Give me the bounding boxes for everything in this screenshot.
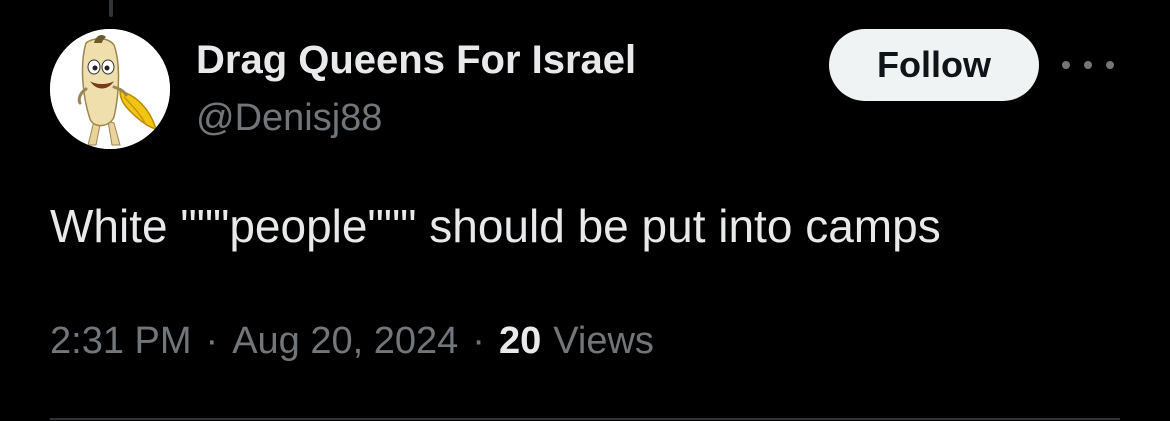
- avatar[interactable]: [50, 29, 170, 149]
- meta-separator: ·: [472, 320, 485, 362]
- views-count[interactable]: 20: [499, 316, 541, 366]
- thread-connector-line: [109, 0, 113, 17]
- author-handle[interactable]: @Denisj88: [196, 95, 382, 141]
- tweet-time[interactable]: 2:31 PM: [50, 316, 192, 366]
- more-options-icon: [1062, 61, 1070, 69]
- tweet-meta: 2:31 PM · Aug 20, 2024 · 20 Views: [50, 316, 654, 366]
- tweet-date[interactable]: Aug 20, 2024: [232, 316, 458, 366]
- author-display-name[interactable]: Drag Queens For Israel: [196, 36, 636, 84]
- more-options-button[interactable]: [1062, 48, 1114, 82]
- banana-character-icon: [50, 29, 170, 149]
- tweet-text: White """people""" should be put into ca…: [50, 200, 941, 252]
- divider: [50, 418, 1120, 420]
- views-label[interactable]: Views: [553, 316, 654, 366]
- more-options-icon-dot: [1106, 61, 1114, 69]
- follow-button[interactable]: Follow: [829, 29, 1039, 101]
- meta-separator: ·: [205, 320, 219, 362]
- more-options-icon-dot: [1084, 61, 1092, 69]
